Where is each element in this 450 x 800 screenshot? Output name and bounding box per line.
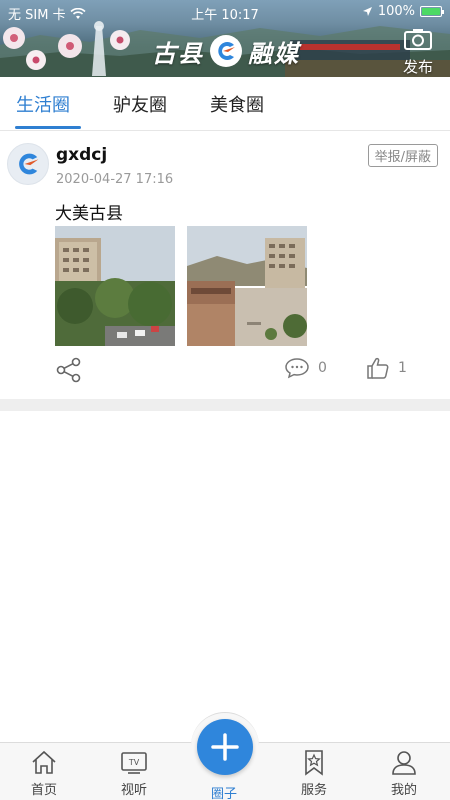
nav-label-me: 我的: [390, 783, 417, 798]
comment-button[interactable]: 0: [284, 357, 327, 379]
nav-item-home[interactable]: 首页: [9, 747, 79, 798]
post-card: gxdcj 2020-04-27 17:16 举报/屏蔽 大美古县 0 1: [0, 131, 450, 397]
thumbs-up-icon: [367, 357, 389, 379]
publish-button[interactable]: 发布: [400, 28, 436, 76]
section-divider: [0, 399, 450, 411]
nav-label-services: 服务: [300, 783, 327, 798]
banner-title-left: 古县: [152, 38, 204, 68]
header-banner: 无 SIM 卡 上午 10:17 100% 古县 融媒 发布: [0, 0, 450, 77]
report-block-button[interactable]: 举报/屏蔽: [367, 144, 438, 167]
nav-label-media: 视听: [120, 783, 147, 798]
nav-item-media[interactable]: TV 视听: [99, 747, 169, 798]
circle-tabs: 生活圈 驴友圈 美食圈: [0, 77, 450, 131]
battery-icon: [420, 6, 444, 17]
comment-icon: [285, 358, 309, 379]
camera-icon: [404, 29, 432, 50]
battery-percent: 100%: [377, 4, 415, 19]
like-button[interactable]: 1: [366, 356, 407, 380]
active-tab-indicator: [15, 126, 81, 129]
post-text: 大美古县: [55, 204, 123, 224]
bookmark-star-icon: [305, 750, 323, 776]
post-photo-2[interactable]: [187, 226, 307, 346]
app-logo-icon: [210, 35, 242, 67]
nav-item-services[interactable]: 服务: [279, 747, 349, 798]
app-screen: 无 SIM 卡 上午 10:17 100% 古县 融媒 发布 生活圈 驴友圈 美…: [0, 0, 450, 800]
share-icon: [56, 357, 81, 383]
avatar[interactable]: [7, 143, 49, 185]
banner-title: 古县 融媒: [152, 34, 300, 68]
post-photo-1[interactable]: [55, 226, 175, 346]
post-actions: 0 1: [0, 353, 450, 387]
status-bar: 无 SIM 卡 上午 10:17 100%: [0, 0, 450, 24]
nav-item-circle[interactable]: 圈子: [189, 781, 259, 800]
tab-travel-circle[interactable]: 驴友圈: [113, 91, 167, 117]
post-timestamp: 2020-04-27 17:16: [56, 172, 174, 187]
svg-text:TV: TV: [128, 758, 140, 767]
publish-label: 发布: [402, 58, 433, 76]
home-icon: [32, 750, 56, 774]
share-button[interactable]: [55, 356, 83, 388]
user-icon: [392, 751, 416, 775]
avatar-logo-icon: [19, 153, 39, 175]
add-post-button[interactable]: [197, 719, 253, 775]
location-arrow-icon: [362, 7, 372, 16]
banner-title-right: 融媒: [248, 38, 300, 68]
tab-life-circle[interactable]: 生活圈: [16, 91, 70, 117]
comment-count: 0: [318, 360, 327, 376]
like-count: 1: [398, 360, 407, 376]
post-username[interactable]: gxdcj: [56, 145, 107, 165]
nav-label-home: 首页: [30, 783, 57, 798]
tv-icon: TV: [121, 752, 147, 774]
nav-item-me[interactable]: 我的: [369, 747, 439, 798]
banner-flowers: [3, 21, 130, 76]
plus-icon: [211, 733, 239, 761]
nav-label-circle: 圈子: [210, 787, 237, 800]
tab-food-circle[interactable]: 美食圈: [210, 91, 264, 117]
